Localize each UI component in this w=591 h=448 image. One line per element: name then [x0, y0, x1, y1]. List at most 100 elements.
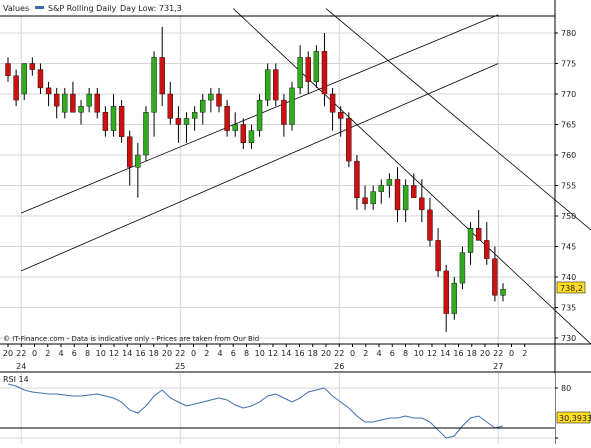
candle-body	[321, 51, 328, 95]
candle-body	[362, 197, 368, 204]
legend-series-label: Values	[3, 4, 29, 13]
candle-body	[475, 227, 482, 241]
time-tick-label: 14	[281, 349, 291, 358]
candle-body	[62, 93, 68, 113]
price-tick-label: 780	[561, 29, 576, 38]
last-price-tag: 738,2	[556, 281, 586, 294]
time-axis: 20 22 0 2 4 6 8 10 12 14 16 18 20 22 0 2 4 6 8 10 12 14 16 18 20…	[3, 344, 527, 371]
candle-body	[248, 130, 255, 144]
time-tick-label: 2	[522, 349, 527, 358]
candle-body	[386, 179, 393, 186]
rsi-axis: 80	[555, 384, 571, 439]
day-label: 24	[16, 362, 26, 371]
time-tick-label: 20	[321, 349, 331, 358]
day-label: 26	[334, 362, 344, 371]
candle-body	[427, 209, 433, 241]
candle-body	[167, 93, 173, 119]
candle-body	[329, 93, 336, 113]
price-tick-label: 735	[561, 304, 576, 313]
time-tick-label: 12	[109, 349, 119, 358]
time-tick-label: 4	[58, 349, 63, 358]
candle-body	[29, 63, 36, 70]
time-tick-label: 8	[403, 349, 408, 358]
time-tick-label: 22	[175, 349, 185, 358]
candle-body	[78, 105, 84, 113]
time-tick-label: 14	[440, 349, 450, 358]
time-tick-label: 20	[3, 349, 13, 358]
candle-body	[21, 63, 27, 95]
legend-day-low: Day Low: 731,3	[120, 4, 182, 13]
candle-body	[484, 240, 490, 259]
candle-body	[240, 124, 247, 143]
candle-body	[53, 93, 60, 107]
candle-body	[232, 124, 238, 131]
time-tick-label: 10	[96, 349, 106, 358]
time-tick-label: 6	[72, 349, 77, 358]
candle-body	[346, 118, 352, 162]
price-tick-label: 770	[561, 90, 576, 99]
candle-body	[354, 160, 360, 198]
time-tick-label: 0	[191, 349, 196, 358]
candle-body	[70, 93, 76, 113]
price-tick-label: 765	[561, 121, 576, 130]
candle-body	[224, 105, 230, 131]
candle-body	[305, 57, 311, 83]
candle-body	[159, 57, 165, 95]
time-tick-label: 8	[85, 349, 90, 358]
time-tick-label: 6	[390, 349, 395, 358]
candle-body	[256, 99, 263, 131]
candle-body	[370, 191, 376, 205]
time-tick-label: 22	[493, 349, 503, 358]
candle-body	[183, 118, 190, 125]
candle-body	[175, 118, 182, 125]
time-tick-label: 16	[135, 349, 145, 358]
candle-body	[264, 69, 271, 101]
rsi-label: RSI 14	[3, 375, 29, 384]
rsi-tick-label: 80	[561, 384, 571, 393]
price-tick-label: 745	[561, 243, 576, 252]
candle-body	[127, 136, 133, 168]
time-tick-label: 0	[350, 349, 355, 358]
candle-body	[13, 75, 19, 101]
time-tick-label: 20	[162, 349, 172, 358]
time-tick-label: 12	[427, 349, 437, 358]
time-tick-label: 2	[363, 349, 368, 358]
time-tick-label: 22	[334, 349, 344, 358]
time-tick-label: 16	[294, 349, 304, 358]
candle-body	[86, 93, 92, 107]
candle-body	[492, 258, 498, 296]
candle-body	[45, 87, 52, 95]
candle-body	[435, 240, 441, 272]
time-tick-label: 4	[376, 349, 381, 358]
candle-body	[281, 99, 287, 125]
rsi-panel-background	[0, 373, 555, 444]
candle-body	[102, 112, 109, 131]
time-tick-label: 18	[467, 349, 477, 358]
time-tick-label: 0	[509, 349, 514, 358]
candle-body	[5, 63, 11, 76]
time-tick-label: 10	[414, 349, 424, 358]
time-tick-label: 8	[244, 349, 249, 358]
time-tick-label: 16	[453, 349, 463, 358]
copyright-note: © IT-Finance.com - Data is indicative on…	[3, 335, 259, 343]
price-tick-label: 775	[561, 60, 576, 69]
price-tick-label: 755	[561, 182, 576, 191]
candle-body	[216, 93, 222, 107]
time-tick-label: 12	[268, 349, 278, 358]
time-tick-label: 22	[16, 349, 26, 358]
price-chart-svg: Values S&P Rolling Daily Day Low: 731,3 …	[0, 0, 591, 444]
candle-body	[37, 69, 44, 89]
candle-body	[443, 270, 449, 314]
candle-body	[402, 185, 409, 211]
candle-body	[411, 185, 417, 198]
legend-swatch	[35, 6, 44, 9]
candle-body	[467, 227, 474, 253]
price-tick-label: 730	[561, 334, 576, 343]
candle-body	[135, 154, 141, 168]
candle-body	[94, 93, 100, 113]
candle-body	[297, 57, 303, 89]
time-tick-label: 18	[149, 349, 159, 358]
time-tick-label: 10	[255, 349, 265, 358]
time-tick-label: 0	[32, 349, 37, 358]
candle-body	[208, 93, 214, 101]
